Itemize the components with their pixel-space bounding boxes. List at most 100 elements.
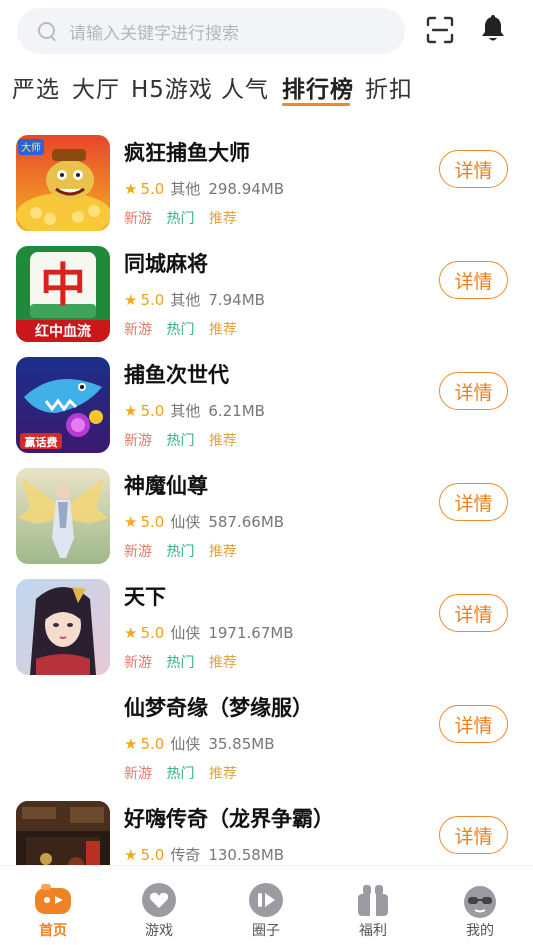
- game-tags: 新游 热门 推荐: [124, 319, 247, 339]
- game-name: 同城麻将: [124, 252, 208, 276]
- bell-icon[interactable]: [480, 15, 506, 43]
- search-placeholder: 请输入关键字进行搜索: [69, 23, 239, 44]
- list-item[interactable]: 中 红中血流 同城麻将 ★ 5.0 其他 7.94MB 新游 热门 推荐 详情: [0, 236, 533, 347]
- game-icon: 中 红中血流: [16, 246, 110, 342]
- game-rating: 5.0: [140, 845, 165, 864]
- nav-label: 游戏: [145, 923, 173, 939]
- detail-button[interactable]: 详情: [439, 261, 508, 299]
- home-game-icon: [35, 884, 71, 914]
- tag-new: 新游: [124, 322, 152, 338]
- game-meta: ★ 5.0 其他 298.94MB: [124, 178, 284, 199]
- detail-button[interactable]: 详情: [439, 483, 508, 521]
- tag-new: 新游: [124, 433, 152, 449]
- tab-ranking[interactable]: 排行榜: [282, 70, 354, 104]
- star-icon: ★: [124, 512, 138, 531]
- game-tags: 新游 热门 推荐: [124, 652, 247, 672]
- game-rating: 5.0: [140, 290, 165, 309]
- circle-play-icon: [249, 883, 283, 917]
- thumb-text: 红中血流: [35, 323, 91, 340]
- game-name: 仙梦奇缘（梦缘服）: [124, 696, 313, 720]
- game-name: 神魔仙尊: [124, 474, 208, 498]
- bottom-navigation: 首页 游戏 圈子 福利 我的: [0, 865, 533, 945]
- game-meta: ★ 5.0 仙侠 1971.67MB: [124, 622, 294, 643]
- game-size: 1971.67MB: [208, 623, 294, 642]
- game-category: 仙侠: [170, 735, 201, 753]
- heart-bubble-icon: [142, 883, 176, 917]
- game-icon: 赢话费: [16, 357, 110, 453]
- tag-recommend: 推荐: [208, 766, 237, 782]
- thumb-text: 赢话费: [25, 435, 58, 449]
- tab-yanxuan[interactable]: 严选: [12, 70, 60, 104]
- nav-home[interactable]: 首页: [0, 866, 106, 945]
- nav-label: 圈子: [252, 923, 280, 939]
- game-meta: ★ 5.0 仙侠 35.85MB: [124, 733, 275, 754]
- star-icon: ★: [124, 401, 138, 420]
- list-item[interactable]: 好嗨传奇（龙界争霸） ★ 5.0 传奇 130.58MB 新游 热门 推荐 详情: [0, 791, 533, 865]
- game-rating: 5.0: [140, 401, 165, 420]
- tab-h5-games[interactable]: H5游戏: [131, 70, 213, 104]
- nav-label: 我的: [466, 923, 494, 939]
- list-item[interactable]: 赢话费 捕鱼次世代 ★ 5.0 其他 6.21MB 新游 热门 推荐 详情: [0, 347, 533, 458]
- game-rating: 5.0: [140, 179, 165, 198]
- star-icon: ★: [124, 179, 138, 198]
- nav-welfare[interactable]: 福利: [320, 866, 426, 945]
- game-size: 298.94MB: [208, 179, 285, 198]
- gift-icon: [358, 885, 388, 916]
- game-name: 天下: [124, 585, 166, 609]
- tag-new: 新游: [124, 211, 152, 227]
- game-icon-placeholder: [16, 690, 110, 786]
- game-icon: [16, 579, 110, 675]
- tag-recommend: 推荐: [208, 544, 237, 560]
- detail-button[interactable]: 详情: [439, 816, 508, 854]
- nav-label: 福利: [359, 923, 387, 939]
- tag-hot: 热门: [166, 766, 195, 782]
- game-name: 捕鱼次世代: [124, 363, 229, 387]
- tab-renqi[interactable]: 人气: [221, 70, 269, 104]
- tag-hot: 热门: [166, 433, 195, 449]
- tag-hot: 热门: [166, 211, 195, 227]
- detail-button[interactable]: 详情: [439, 372, 508, 410]
- search-input[interactable]: 请输入关键字进行搜索: [17, 8, 405, 54]
- active-tab-indicator: [282, 103, 350, 106]
- game-size: 35.85MB: [208, 734, 275, 753]
- game-rating: 5.0: [140, 734, 165, 753]
- game-rating: 5.0: [140, 512, 165, 531]
- game-name: 好嗨传奇（龙界争霸）: [124, 807, 334, 831]
- game-meta: ★ 5.0 仙侠 587.66MB: [124, 511, 284, 532]
- star-icon: ★: [124, 623, 138, 642]
- game-category: 其他: [170, 291, 201, 309]
- game-ranking-list: 大师 疯狂捕鱼大师 ★ 5.0 其他 298.94MB 新游 热门 推荐 详情 …: [0, 125, 533, 865]
- game-size: 6.21MB: [208, 401, 265, 420]
- tab-discount[interactable]: 折扣: [365, 70, 413, 104]
- tag-hot: 热门: [166, 655, 195, 671]
- game-category: 仙侠: [170, 513, 201, 531]
- game-meta: ★ 5.0 其他 6.21MB: [124, 400, 265, 421]
- game-category: 仙侠: [170, 624, 201, 642]
- tab-dating[interactable]: 大厅: [72, 70, 120, 104]
- list-item[interactable]: 神魔仙尊 ★ 5.0 仙侠 587.66MB 新游 热门 推荐 详情: [0, 458, 533, 569]
- game-icon: 大师: [16, 135, 110, 231]
- list-item[interactable]: 大师 疯狂捕鱼大师 ★ 5.0 其他 298.94MB 新游 热门 推荐 详情: [0, 125, 533, 236]
- tag-new: 新游: [124, 655, 152, 671]
- tag-hot: 热门: [166, 322, 195, 338]
- detail-button[interactable]: 详情: [439, 594, 508, 632]
- scan-icon[interactable]: [425, 15, 455, 45]
- nav-mine[interactable]: 我的: [427, 866, 533, 945]
- nav-circle[interactable]: 圈子: [213, 866, 319, 945]
- category-tabs: 严选 大厅 H5游戏 人气 排行榜 折扣: [0, 62, 533, 112]
- game-category: 其他: [170, 180, 201, 198]
- list-item[interactable]: 天下 ★ 5.0 仙侠 1971.67MB 新游 热门 推荐 详情: [0, 569, 533, 680]
- avatar-glasses-icon: [464, 886, 496, 918]
- nav-games[interactable]: 游戏: [106, 866, 212, 945]
- detail-button[interactable]: 详情: [439, 150, 508, 188]
- game-icon: [16, 801, 110, 865]
- game-meta: ★ 5.0 传奇 130.58MB: [124, 844, 284, 865]
- search-icon: [37, 21, 57, 41]
- game-category: 其他: [170, 402, 201, 420]
- detail-button[interactable]: 详情: [439, 705, 508, 743]
- top-bar: 请输入关键字进行搜索: [0, 0, 533, 62]
- list-item[interactable]: 仙梦奇缘（梦缘服） ★ 5.0 仙侠 35.85MB 新游 热门 推荐 详情: [0, 680, 533, 791]
- game-icon: [16, 468, 110, 564]
- tag-recommend: 推荐: [208, 655, 237, 671]
- tag-recommend: 推荐: [208, 433, 237, 449]
